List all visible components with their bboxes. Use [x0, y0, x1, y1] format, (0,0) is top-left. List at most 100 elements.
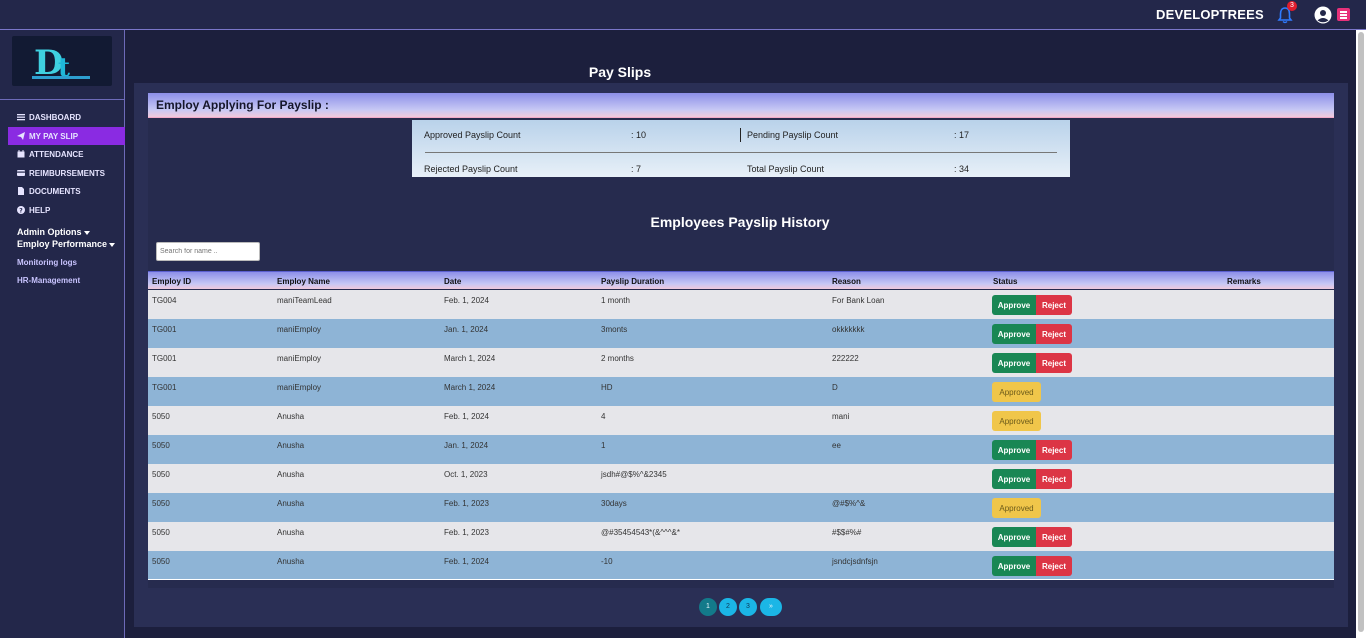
sidebar-item-my-pay-slip[interactable]: MY PAY SLIP: [8, 127, 125, 145]
sidebar-item-label: ATTENDANCE: [29, 149, 84, 159]
user-account-icon[interactable]: [1314, 6, 1332, 24]
column-header-date: Date: [444, 277, 462, 286]
column-header-status: Status: [993, 277, 1018, 286]
sidebar-item-attendance[interactable]: ATTENDANCE: [8, 145, 125, 163]
column-header-payslip-duration: Payslip Duration: [601, 277, 665, 286]
cell-date: Feb. 1, 2024: [444, 296, 489, 305]
approve-button[interactable]: Approve: [992, 527, 1036, 547]
cell-employ-id: 5050: [152, 470, 170, 479]
reject-button[interactable]: Reject: [1036, 295, 1072, 315]
cell-date: March 1, 2024: [444, 383, 496, 392]
cell-employ-name: maniEmploy: [277, 325, 322, 334]
cell-payslip-duration: 4: [601, 412, 606, 421]
reject-button[interactable]: Reject: [1036, 440, 1072, 460]
cell-payslip-duration: 1: [601, 441, 606, 450]
table-row: TG001 maniEmploy March 1, 2024 2 months 2222…: [148, 348, 1334, 377]
document-icon: [18, 187, 24, 195]
cell-employ-name: Anusha: [277, 441, 305, 450]
cell-payslip-duration: jsdh#@$%^&2345: [601, 470, 667, 479]
cell-employ-id: 5050: [152, 499, 170, 508]
cell-reason: #$$#%#: [832, 528, 862, 537]
scrollbar-thumb[interactable]: [1358, 32, 1364, 632]
hamburger-menu-icon[interactable]: [1337, 8, 1350, 21]
reject-button[interactable]: Reject: [1036, 527, 1072, 547]
cell-employ-id: 5050: [152, 528, 170, 537]
reject-button[interactable]: Reject: [1036, 324, 1072, 344]
cell-employ-id: 5050: [152, 412, 170, 421]
approved-status-button[interactable]: Approved: [992, 382, 1041, 402]
monitoring-logs-link[interactable]: Monitoring logs: [17, 258, 77, 267]
cell-reason: mani: [832, 412, 850, 421]
rejected-count-label: Rejected Payslip Count: [424, 164, 518, 174]
approve-button[interactable]: Approve: [992, 440, 1036, 460]
employ-performance-dropdown[interactable]: Employ Performance: [17, 239, 116, 249]
calendar-icon: [17, 150, 25, 158]
reject-button[interactable]: Reject: [1036, 469, 1072, 489]
approved-status-button[interactable]: Approved: [992, 411, 1041, 431]
sidebar-item-label: DOCUMENTS: [29, 186, 81, 196]
pagination-page-3[interactable]: 3: [739, 598, 757, 616]
table-row: 5050 Anusha Feb. 1, 2024 4 mani Approved: [148, 406, 1334, 435]
table-row: 5050 Anusha Feb. 1, 2024 -10 jsndcjsdnfsjn Ap…: [148, 551, 1334, 580]
cell-payslip-duration: 3monts: [601, 325, 628, 334]
approve-button[interactable]: Approve: [992, 324, 1036, 344]
approve-button[interactable]: Approve: [992, 469, 1036, 489]
cell-employ-name: maniTeamLead: [277, 296, 332, 305]
page-scrollbar[interactable]: [1356, 30, 1366, 638]
column-header-remarks: Remarks: [1227, 277, 1261, 286]
cell-employ-id: 5050: [152, 441, 170, 450]
table-bottom-border: [148, 579, 1334, 580]
hr-management-link[interactable]: HR-Management: [17, 276, 80, 285]
logo-graphic: D t: [32, 43, 90, 83]
column-header-employ-id: Employ ID: [152, 277, 192, 286]
reject-button[interactable]: Reject: [1036, 556, 1072, 576]
cell-reason: For Bank Loan: [832, 296, 885, 305]
approved-status-button[interactable]: Approved: [992, 498, 1041, 518]
credit-card-icon: [17, 170, 25, 176]
pagination-next-button[interactable]: »: [760, 598, 782, 616]
sidebar-item-label: REIMBURSEMENTS: [29, 168, 106, 178]
table-row: 5050 Anusha Jan. 1, 2024 1 ee Approve Reject: [148, 435, 1334, 464]
table-row: 5050 Anusha Feb. 1, 2023 30days @#$%^& Approv…: [148, 493, 1334, 522]
column-header-reason: Reason: [832, 277, 861, 286]
company-logo[interactable]: D t: [12, 36, 112, 86]
cell-employ-name: Anusha: [277, 528, 305, 537]
paper-plane-icon: [17, 132, 25, 140]
cell-employ-id: TG001: [152, 325, 177, 334]
cell-date: March 1, 2024: [444, 354, 496, 363]
sidebar-item-help[interactable]: ? HELP: [8, 201, 125, 219]
approve-button[interactable]: Approve: [992, 353, 1036, 373]
table-row: 5050 Anusha Feb. 1, 2023 @#35454543*(&^^^&*…: [148, 522, 1334, 551]
sidebar-item-dashboard[interactable]: DASHBOARD: [8, 108, 125, 126]
reject-button[interactable]: Reject: [1036, 353, 1072, 373]
table-row: TG001 maniEmploy March 1, 2024 HD D Approved: [148, 377, 1334, 406]
brand-name: DEVELOPTREES: [1156, 7, 1264, 22]
notification-badge: 3: [1287, 1, 1297, 11]
admin-options-dropdown[interactable]: Admin Options: [17, 227, 90, 237]
search-name-input[interactable]: [156, 242, 260, 261]
approve-button[interactable]: Approve: [992, 295, 1036, 315]
admin-options-label: Admin Options: [17, 227, 82, 237]
cell-reason: @#$%^&: [832, 499, 866, 508]
cell-payslip-duration: 2 months: [601, 354, 634, 363]
caret-down-icon: [83, 230, 90, 235]
cell-employ-name: maniEmploy: [277, 383, 322, 392]
pagination-page-2[interactable]: 2: [719, 598, 737, 616]
counts-separator: [425, 152, 1057, 153]
cell-reason: D: [832, 383, 838, 392]
approve-button[interactable]: Approve: [992, 556, 1036, 576]
cell-payslip-duration: HD: [601, 383, 613, 392]
cell-payslip-duration: @#35454543*(&^^^&*: [601, 528, 680, 537]
sidebar-item-documents[interactable]: DOCUMENTS: [8, 182, 125, 200]
table-row: TG001 maniEmploy Jan. 1, 2024 3monts okkkkkk…: [148, 319, 1334, 348]
counts-divider: [740, 128, 741, 142]
sidebar-item-label: MY PAY SLIP: [29, 131, 79, 141]
cell-reason: 222222: [832, 354, 859, 363]
cell-employ-id: 5050: [152, 557, 170, 566]
rejected-count-value: : 7: [631, 164, 642, 174]
cell-date: Jan. 1, 2024: [444, 325, 489, 334]
cell-date: Feb. 1, 2023: [444, 499, 489, 508]
sidebar-item-reimbursements[interactable]: REIMBURSEMENTS: [8, 164, 125, 182]
pagination-page-1[interactable]: 1: [699, 598, 717, 616]
cell-payslip-duration: -10: [601, 557, 613, 566]
